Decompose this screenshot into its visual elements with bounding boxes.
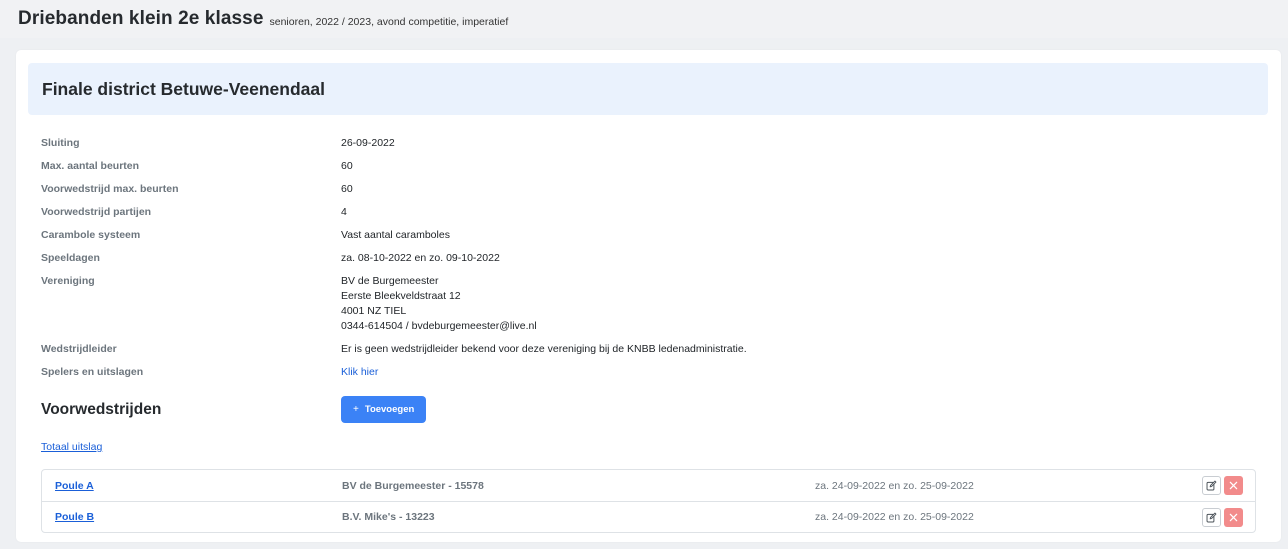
detail-label: Voorwedstrijd max. beurten xyxy=(41,183,179,195)
detail-label: Sluiting xyxy=(41,137,80,149)
detail-row-max-beurten: Max. aantal beurten 60 xyxy=(41,155,1241,178)
totaal-uitslag-link[interactable]: Totaal uitslag xyxy=(41,441,102,453)
close-icon xyxy=(1229,513,1238,522)
detail-label: Carambole systeem xyxy=(41,229,141,241)
detail-row-voorwedstrijd-beurten: Voorwedstrijd max. beurten 60 xyxy=(41,178,1241,201)
klik-hier-link[interactable]: Klik hier xyxy=(341,366,378,378)
list-item: Poule B B.V. Mike's - 13223 za. 24-09-20… xyxy=(42,501,1255,532)
detail-value: 26-09-2022 xyxy=(341,137,395,149)
edit-button[interactable] xyxy=(1202,508,1221,527)
voorwedstrijden-title: Voorwedstrijden xyxy=(41,400,162,418)
poule-name-link[interactable]: Poule A xyxy=(55,480,342,492)
details-list: Sluiting 26-09-2022 Max. aantal beurten … xyxy=(41,132,1241,384)
delete-button[interactable] xyxy=(1224,476,1243,495)
detail-label: Wedstrijdleider xyxy=(41,343,117,355)
poule-club: BV de Burgemeester - 15578 xyxy=(342,479,484,492)
detail-value: 4 xyxy=(341,206,347,218)
detail-row-carambole-systeem: Carambole systeem Vast aantal caramboles xyxy=(41,224,1241,247)
edit-button[interactable] xyxy=(1202,476,1221,495)
row-actions xyxy=(1202,476,1243,495)
detail-value: 60 xyxy=(341,183,353,195)
detail-label: Voorwedstrijd partijen xyxy=(41,206,152,218)
card-header: Finale district Betuwe-Veenendaal xyxy=(28,63,1268,115)
poule-name-link[interactable]: Poule B xyxy=(55,511,342,523)
page-title: Driebanden klein 2e klasse xyxy=(18,8,264,29)
detail-row-vereniging: Vereniging BV de Burgemeester Eerste Ble… xyxy=(41,270,1241,338)
list-item: Poule A BV de Burgemeester - 15578 za. 2… xyxy=(42,470,1255,501)
edit-icon xyxy=(1206,512,1217,523)
vereniging-address: BV de Burgemeester Eerste Bleekveldstraa… xyxy=(341,270,537,338)
delete-button[interactable] xyxy=(1224,508,1243,527)
vereniging-street: Eerste Bleekveldstraat 12 xyxy=(341,290,461,302)
edit-icon xyxy=(1206,480,1217,491)
toevoegen-button[interactable]: + Toevoegen xyxy=(341,396,427,423)
detail-row-sluiting: Sluiting 26-09-2022 xyxy=(41,132,1241,155)
plus-icon: + xyxy=(353,404,359,415)
voorwedstrijden-section: Voorwedstrijden + Toevoegen xyxy=(41,396,427,423)
poule-date: za. 24-09-2022 en zo. 25-09-2022 xyxy=(815,479,974,492)
vereniging-city: 4001 NZ TIEL xyxy=(341,305,407,317)
toevoegen-label: Toevoegen xyxy=(364,404,415,415)
detail-value: za. 08-10-2022 en zo. 09-10-2022 xyxy=(341,252,500,264)
page-subtitle: senioren, 2022 / 2023, avond competitie,… xyxy=(269,16,509,28)
detail-value: Vast aantal caramboles xyxy=(341,229,450,241)
detail-row-wedstrijdleider: Wedstrijdleider Er is geen wedstrijdleid… xyxy=(41,338,1241,361)
detail-row-voorwedstrijd-partijen: Voorwedstrijd partijen 4 xyxy=(41,201,1241,224)
detail-value: Klik hier xyxy=(341,361,378,384)
detail-row-speeldagen: Speeldagen za. 08-10-2022 en zo. 09-10-2… xyxy=(41,247,1241,270)
poule-list: Poule A BV de Burgemeester - 15578 za. 2… xyxy=(41,469,1256,533)
detail-label: Spelers en uitslagen xyxy=(41,366,144,378)
card-title: Finale district Betuwe-Veenendaal xyxy=(42,78,325,99)
tournament-card: Finale district Betuwe-Veenendaal Sluiti… xyxy=(16,50,1281,542)
detail-label: Speeldagen xyxy=(41,252,100,264)
row-actions xyxy=(1202,508,1243,527)
detail-row-spelers: Spelers en uitslagen Klik hier xyxy=(41,361,1241,384)
detail-label: Vereniging xyxy=(41,275,95,287)
vereniging-contact: 0344-614504 / bvdeburgemeester@live.nl xyxy=(341,320,537,332)
page-header: Driebanden klein 2e klasse senioren, 202… xyxy=(0,0,1288,38)
poule-club: B.V. Mike's - 13223 xyxy=(342,511,435,523)
detail-value: Er is geen wedstrijdleider bekend voor d… xyxy=(341,343,747,355)
vereniging-name: BV de Burgemeester xyxy=(341,275,439,287)
poule-date: za. 24-09-2022 en zo. 25-09-2022 xyxy=(815,511,974,523)
detail-value: 60 xyxy=(341,160,353,172)
detail-label: Max. aantal beurten xyxy=(41,160,140,172)
close-icon xyxy=(1229,481,1238,490)
